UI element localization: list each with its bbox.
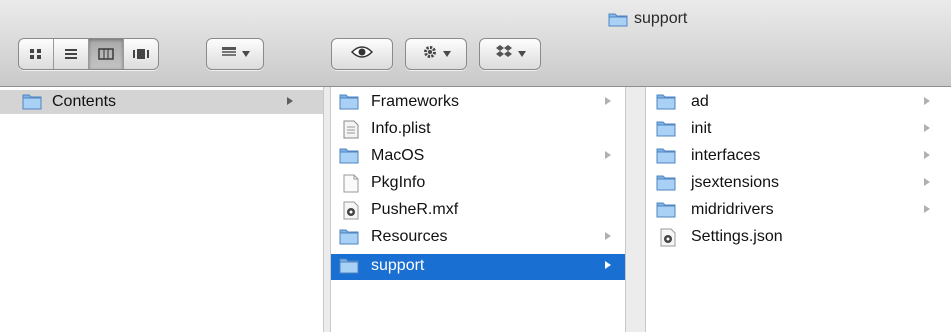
list-item[interactable]: jsextensions [646, 171, 951, 195]
folder-icon [656, 201, 676, 218]
icon-view-icon[interactable] [19, 39, 54, 69]
quick-look-button[interactable] [331, 38, 393, 70]
item-name: Info.plist [371, 120, 431, 137]
chevron-down-icon [442, 51, 451, 57]
list-item[interactable]: PusheR.mxf [331, 198, 625, 222]
window-title-text: support [634, 10, 688, 27]
cover-flow-icon[interactable] [124, 39, 158, 69]
plist-file-icon [343, 120, 359, 139]
item-name: support [371, 257, 425, 274]
item-name: PusheR.mxf [371, 201, 459, 218]
item-name: Frameworks [371, 93, 460, 110]
arrange-button[interactable] [206, 38, 264, 70]
folder-icon [339, 93, 359, 110]
list-item[interactable]: midridrivers [646, 198, 951, 222]
gear-icon [422, 44, 438, 65]
window-title: support [608, 8, 687, 30]
list-item[interactable]: Resources [331, 225, 625, 249]
list-item[interactable]: support [331, 254, 625, 280]
disclosure-arrow-icon [605, 151, 611, 159]
item-name: Settings.json [691, 228, 783, 245]
folder-icon [339, 147, 359, 164]
disclosure-arrow-icon [924, 97, 930, 105]
item-name: Contents [52, 93, 117, 110]
column-2: Frameworks Info.plist MacOS PkgInfo Push… [330, 87, 626, 332]
list-item[interactable]: Settings.json [646, 225, 951, 249]
dropbox-button[interactable] [479, 38, 541, 70]
dropbox-icon [495, 44, 513, 65]
list-item[interactable]: ad [646, 90, 951, 114]
column-1: Contents [0, 87, 324, 332]
column-3: ad init interfaces jsextensions midridri… [645, 87, 951, 332]
disclosure-arrow-icon [924, 205, 930, 213]
list-item[interactable]: PkgInfo [331, 171, 625, 195]
folder-icon [656, 120, 676, 137]
folder-icon [656, 147, 676, 164]
folder-icon [339, 228, 359, 245]
view-mode-segmented-control [18, 38, 159, 70]
list-item[interactable]: interfaces [646, 144, 951, 168]
document-icon [343, 174, 359, 193]
list-item[interactable]: Contents [0, 90, 323, 114]
folder-icon [656, 174, 676, 191]
toolbar: support [0, 0, 951, 87]
chevron-down-icon [241, 51, 250, 57]
app-file-icon [660, 228, 676, 247]
folder-icon [22, 93, 42, 110]
item-name: init [691, 120, 712, 137]
disclosure-arrow-icon [924, 124, 930, 132]
eye-icon [350, 45, 374, 64]
disclosure-arrow-icon [924, 151, 930, 159]
disclosure-arrow-icon [605, 261, 611, 269]
disclosure-arrow-icon [287, 97, 293, 105]
item-name: MacOS [371, 147, 425, 164]
list-item[interactable]: Info.plist [331, 117, 625, 141]
list-item[interactable]: MacOS [331, 144, 625, 168]
finder-window: support Contents Frameworks Info.plist M… [0, 0, 951, 332]
column-view-icon[interactable] [89, 39, 124, 69]
folder-icon [656, 93, 676, 110]
item-name: PkgInfo [371, 174, 426, 191]
disclosure-arrow-icon [924, 178, 930, 186]
action-button[interactable] [405, 38, 467, 70]
folder-icon [608, 11, 628, 27]
item-name: ad [691, 93, 709, 110]
list-view-icon[interactable] [54, 39, 89, 69]
folder-icon [339, 257, 359, 274]
disclosure-arrow-icon [605, 97, 611, 105]
list-item[interactable]: init [646, 117, 951, 141]
item-name: Resources [371, 228, 448, 245]
item-name: jsextensions [691, 174, 780, 191]
item-name: midridrivers [691, 201, 774, 218]
app-file-icon [343, 201, 359, 220]
list-item[interactable]: Frameworks [331, 90, 625, 114]
column-divider[interactable] [625, 87, 645, 332]
arrange-icon [221, 45, 237, 63]
chevron-down-icon [517, 51, 526, 57]
disclosure-arrow-icon [605, 232, 611, 240]
item-name: interfaces [691, 147, 761, 164]
